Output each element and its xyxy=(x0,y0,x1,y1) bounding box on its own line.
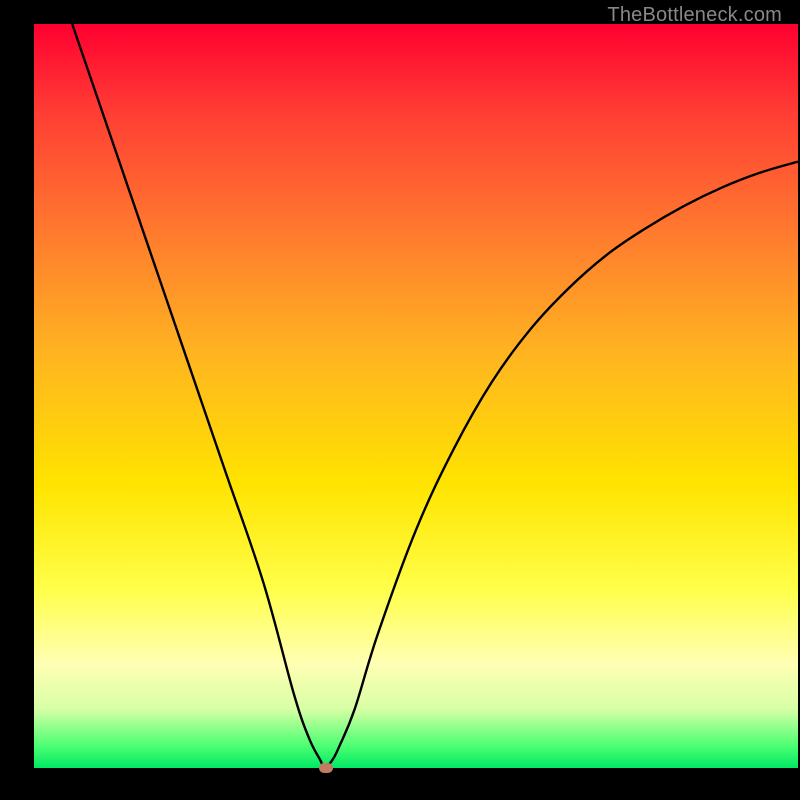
chart-plot-area xyxy=(34,24,798,768)
bottleneck-curve xyxy=(34,24,798,768)
optimal-point-marker xyxy=(319,763,333,773)
watermark-text: TheBottleneck.com xyxy=(607,4,782,27)
